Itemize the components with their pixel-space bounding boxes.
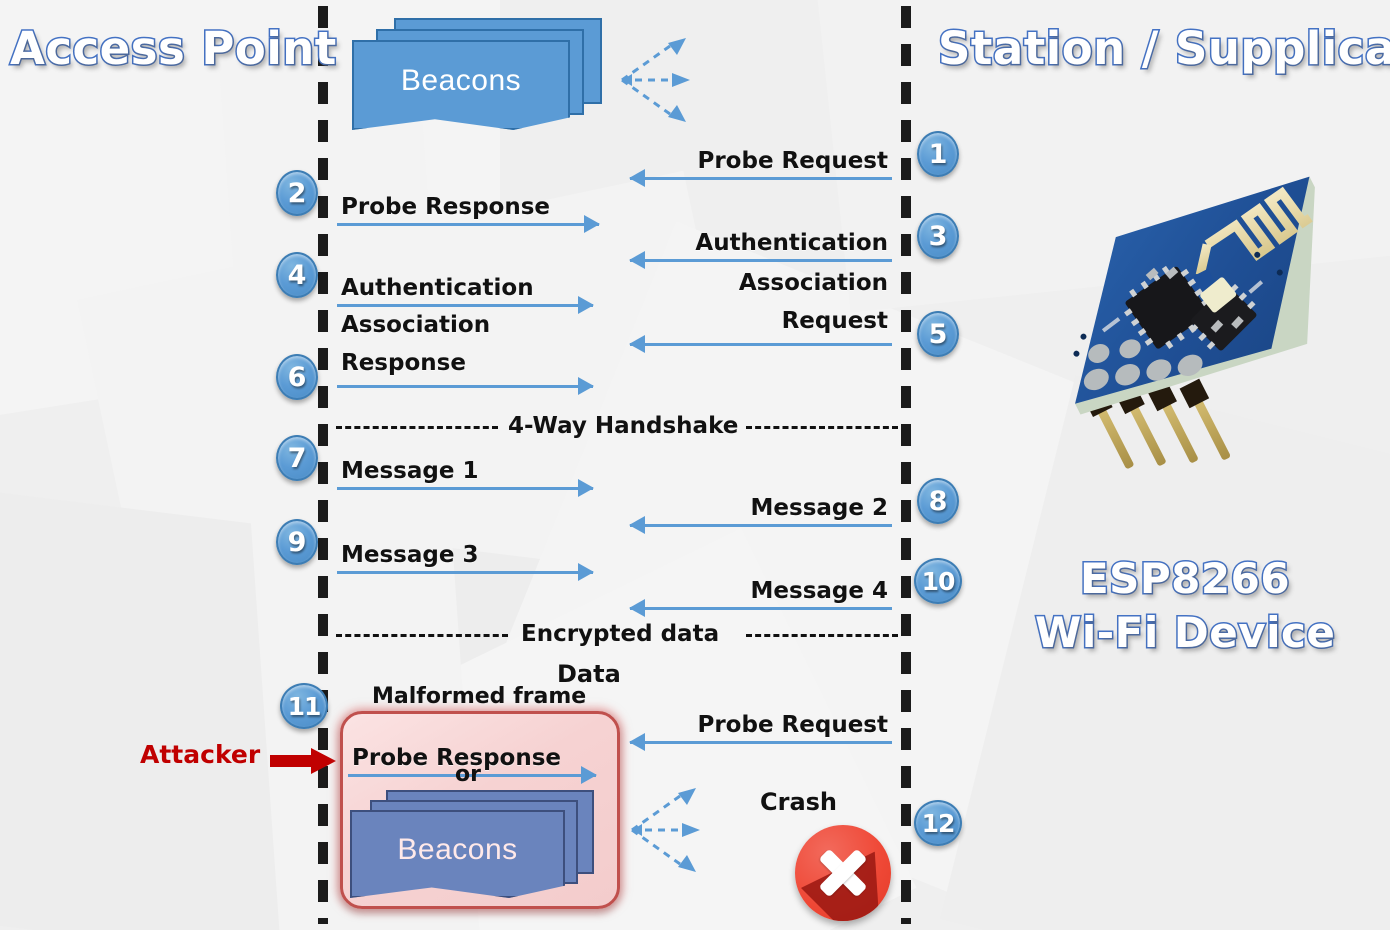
separator-encrypted: Encrypted data	[336, 621, 898, 647]
broadcast-fan-top	[618, 30, 698, 130]
device-caption-line1: ESP8266	[1078, 553, 1291, 605]
message-row-1: Probe Request	[629, 130, 892, 187]
step-badge-7: 7	[276, 435, 318, 481]
message-row-4: Authentication	[337, 257, 594, 314]
arrow-head-left	[629, 335, 645, 353]
attacker-label: Attacker	[140, 740, 261, 769]
beacons-label: Beacons	[397, 832, 518, 866]
separator-label-encrypted: Encrypted data	[521, 621, 720, 647]
broadcast-arrows-icon	[621, 38, 690, 122]
message-label-10: Message 4	[750, 578, 888, 604]
or-label: or	[455, 762, 481, 787]
message-arrow-line	[337, 385, 593, 388]
separator-dash-right	[746, 634, 898, 637]
esp8266-module-image	[1000, 150, 1390, 480]
message-arrow-line	[630, 259, 892, 262]
arrow-head-left	[629, 169, 645, 187]
step-badge-10: 10	[914, 558, 962, 604]
beacons-stack-attack: Beacons	[350, 790, 610, 900]
crash-label: Crash	[760, 788, 838, 816]
arrow-head-left	[629, 251, 645, 269]
device-caption-line2: Wi-Fi Device	[1034, 607, 1337, 659]
separator-handshake: 4-Way Handshake	[336, 413, 898, 439]
malformed-frame-caption: Malformed frame	[372, 684, 587, 709]
message-label-12: Probe Request	[697, 712, 888, 738]
message-label-5-line2: Request	[781, 308, 888, 334]
esp8266-board-illustration	[1073, 176, 1315, 469]
step-badge-11: 11	[280, 683, 328, 729]
message-arrow-line	[630, 177, 892, 180]
diagram-canvas: Access Point Station / Supplicant Beacon…	[0, 0, 1390, 930]
beacon-sheet-front: Beacons	[352, 40, 570, 130]
message-row-2: Probe Response	[337, 176, 600, 233]
separator-dash-left	[336, 634, 508, 637]
crash-error-icon	[795, 825, 891, 921]
message-label-5-line1: Association	[738, 270, 888, 296]
device-caption: ESP8266 Wi-Fi Device	[1034, 552, 1337, 660]
beacons-label: Beacons	[400, 63, 522, 97]
arrow-head-right	[581, 766, 597, 784]
message-arrow-line	[630, 343, 892, 346]
message-row-7: Message 1	[337, 440, 594, 497]
message-arrow-line	[630, 524, 892, 527]
message-row-12: Probe Request	[629, 694, 892, 751]
message-label-6-line1: Association	[341, 312, 491, 338]
arrow-head-right	[578, 563, 594, 581]
message-row-8: Message 2	[629, 477, 892, 534]
message-arrow-line	[337, 571, 593, 574]
arrow-head-left	[629, 733, 645, 751]
arrow-head-left	[629, 599, 645, 617]
arrow-head-right	[578, 296, 594, 314]
message-label-7: Message 1	[341, 458, 479, 484]
step-badge-4: 4	[276, 252, 318, 298]
message-row-3: Authentication	[629, 212, 892, 269]
message-arrow-line	[630, 741, 892, 744]
step-badge-1: 1	[917, 131, 959, 177]
page-title-station: Station / Supplicant	[936, 21, 1390, 77]
message-row-9: Message 3	[337, 524, 594, 581]
step-badge-3: 3	[917, 213, 959, 259]
arrow-head-right	[584, 215, 600, 233]
separator-label-handshake: 4-Way Handshake	[508, 413, 739, 439]
message-arrow-line	[630, 607, 892, 610]
station-lifeline	[901, 6, 911, 924]
broadcast-fan-attack	[628, 780, 708, 880]
message-arrow-line	[337, 223, 599, 226]
beacon-sheet-front: Beacons	[350, 810, 565, 898]
separator-dash-left	[336, 426, 498, 429]
attacker-arrow-icon	[270, 748, 336, 774]
step-badge-8: 8	[917, 478, 959, 524]
broadcast-arrows-icon	[631, 788, 700, 872]
step-badge-9: 9	[276, 519, 318, 565]
message-label-4: Authentication	[341, 275, 534, 301]
step-badge-2: 2	[276, 170, 318, 216]
message-label-6-line2: Response	[341, 350, 466, 376]
arrow-shaft	[270, 755, 312, 767]
step-badge-6: 6	[276, 354, 318, 400]
message-row-6: Association Response	[337, 312, 594, 395]
arrow-head-right	[578, 479, 594, 497]
message-label-9: Message 3	[341, 542, 479, 568]
message-label-2: Probe Response	[341, 194, 550, 220]
message-label-6: Association Response	[341, 306, 490, 382]
message-row-5: Association Request	[629, 270, 892, 353]
arrow-head-left	[629, 516, 645, 534]
access-point-lifeline	[318, 6, 328, 924]
message-label-8: Message 2	[750, 495, 888, 521]
arrow-head-right	[578, 377, 594, 395]
message-row-10: Message 4	[629, 560, 892, 617]
arrow-tip	[311, 748, 336, 774]
message-label-5: Association Request	[739, 264, 888, 340]
message-arrow-line	[337, 487, 593, 490]
message-label-1: Probe Request	[697, 148, 888, 174]
separator-dash-right	[746, 426, 898, 429]
step-badge-12: 12	[914, 800, 962, 846]
beacons-stack-top: Beacons	[352, 18, 602, 130]
page-title-access-point: Access Point	[9, 21, 338, 77]
message-label-3: Authentication	[695, 230, 888, 256]
step-badge-5: 5	[917, 311, 959, 357]
